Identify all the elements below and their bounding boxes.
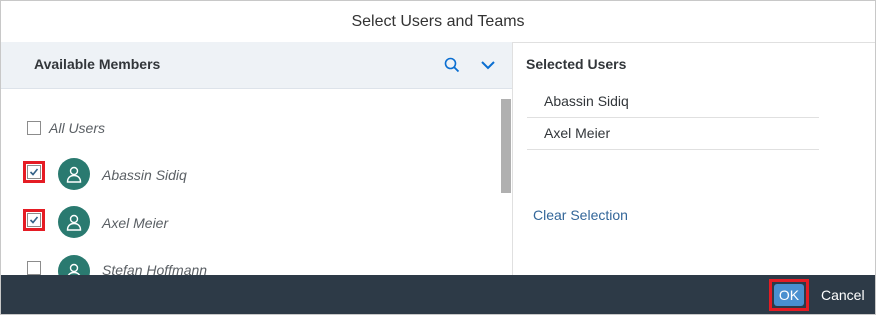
ok-button-highlight: OK [769,279,809,311]
all-users-checkbox[interactable] [27,121,41,135]
cancel-button[interactable]: Cancel [821,287,865,303]
member-checkbox[interactable] [23,161,45,183]
person-icon [58,255,90,275]
available-members-title: Available Members [34,56,161,72]
list-scrollbar[interactable] [501,99,511,193]
available-members-pane: Available Members All Users Abassin Sidi… [1,42,513,275]
checkmark-icon [29,168,39,176]
selected-users-pane: Selected Users Abassin Sidiq Axel Meier … [513,42,875,275]
member-name: Stefan Hoffmann [102,262,208,275]
person-icon [58,158,90,190]
all-users-label: All Users [49,120,106,136]
available-members-header: Available Members [1,42,512,89]
search-icon[interactable] [440,53,464,77]
member-checkbox[interactable] [23,209,45,231]
checkmark-icon [29,216,39,224]
selected-user-item[interactable]: Axel Meier [527,119,819,150]
dialog-footer: OK Cancel [1,275,875,314]
select-users-dialog: Select Users and Teams Available Members… [0,0,876,315]
chevron-down-icon[interactable] [476,53,500,77]
member-list: All Users Abassin Sidiq Axel Meier Stefa… [1,89,512,275]
selected-user-item[interactable]: Abassin Sidiq [527,87,819,118]
clear-selection-link[interactable]: Clear Selection [533,207,628,223]
member-checkbox[interactable] [27,261,41,275]
selected-users-title: Selected Users [526,56,627,72]
member-name: Abassin Sidiq [102,167,187,183]
ok-button[interactable]: OK [774,284,804,306]
dialog-title: Select Users and Teams [1,1,875,43]
member-name: Axel Meier [102,215,169,231]
person-icon [58,206,90,238]
